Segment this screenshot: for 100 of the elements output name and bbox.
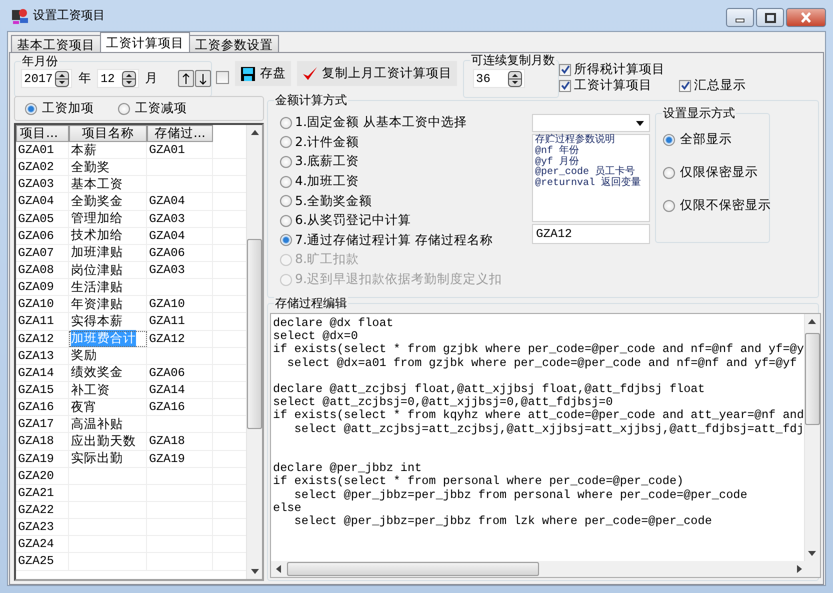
- radio-button[interactable]: [280, 116, 292, 129]
- table-cell[interactable]: 本薪: [69, 142, 147, 158]
- table-cell[interactable]: 岗位津贴: [69, 262, 147, 278]
- table-cell[interactable]: GZA13: [16, 348, 69, 364]
- table-cell[interactable]: GZA18: [16, 433, 69, 450]
- year-field[interactable]: 2017: [21, 69, 72, 88]
- table-cell[interactable]: 基本工资: [69, 176, 147, 192]
- table-cell[interactable]: GZA19: [147, 450, 213, 467]
- checkbox[interactable]: [559, 80, 571, 92]
- checkbox[interactable]: [679, 80, 691, 92]
- table-cell[interactable]: GZA06: [147, 244, 213, 261]
- table-cell[interactable]: GZA16: [147, 399, 213, 416]
- radio-button[interactable]: [663, 166, 675, 178]
- table-cell[interactable]: GZA17: [16, 416, 69, 432]
- table-cell[interactable]: GZA15: [16, 382, 69, 398]
- table-cell[interactable]: GZA20: [16, 468, 69, 484]
- table-cell[interactable]: GZA01: [16, 142, 69, 158]
- radio-button[interactable]: [280, 156, 292, 168]
- table-cell[interactable]: GZA16: [16, 399, 69, 416]
- table-cell[interactable]: 全勤奖: [69, 159, 147, 176]
- table-cell[interactable]: 绩效奖金: [69, 364, 147, 381]
- move-up-button[interactable]: [178, 70, 194, 87]
- procedure-name-field[interactable]: GZA12: [532, 224, 650, 244]
- table-cell[interactable]: GZA12: [147, 330, 213, 347]
- table-cell[interactable]: GZA14: [16, 364, 69, 381]
- table-cell[interactable]: GZA10: [147, 296, 213, 312]
- table-cell[interactable]: 全勤奖金: [69, 193, 147, 210]
- table-cell[interactable]: GZA03: [16, 176, 69, 192]
- save-button[interactable]: 存盘: [235, 61, 291, 86]
- table-cell[interactable]: 实际出勤: [69, 450, 147, 467]
- radio-button[interactable]: [280, 234, 292, 246]
- radio-button[interactable]: [118, 102, 130, 114]
- table-cell[interactable]: 补工资: [69, 382, 147, 398]
- table-cell[interactable]: GZA02: [16, 159, 69, 176]
- table-cell[interactable]: 生活津贴: [69, 279, 147, 296]
- table-cell[interactable]: GZA11: [16, 313, 69, 330]
- radio-button[interactable]: [663, 200, 675, 212]
- radio-button[interactable]: [280, 176, 292, 188]
- scroll-thumb[interactable]: [804, 333, 820, 425]
- radio-button[interactable]: [663, 134, 675, 146]
- table-cell[interactable]: 应出勤天数: [69, 433, 147, 450]
- table-cell[interactable]: GZA12: [16, 330, 69, 347]
- month-field[interactable]: 12: [97, 69, 139, 88]
- column-header[interactable]: 存储过...: [147, 125, 213, 142]
- scroll-thumb[interactable]: [247, 239, 262, 429]
- column-header[interactable]: 项目...: [16, 125, 69, 142]
- table-cell[interactable]: GZA08: [16, 262, 69, 278]
- spin-button[interactable]: [508, 70, 522, 86]
- table-cell[interactable]: GZA05: [16, 210, 69, 227]
- spin-button[interactable]: [122, 70, 136, 86]
- table-cell[interactable]: GZA07: [16, 244, 69, 261]
- procedure-dropdown[interactable]: [532, 114, 650, 132]
- table-cell[interactable]: GZA09: [16, 279, 69, 296]
- table-cell[interactable]: GZA03: [147, 262, 213, 278]
- table-cell[interactable]: 夜宵: [69, 399, 147, 416]
- table-cell[interactable]: GZA21: [16, 484, 69, 501]
- table-cell[interactable]: GZA22: [16, 502, 69, 518]
- close-button[interactable]: [786, 8, 826, 27]
- table-cell[interactable]: GZA06: [16, 228, 69, 244]
- table-cell[interactable]: GZA11: [147, 313, 213, 330]
- table-cell[interactable]: 管理加给: [69, 210, 147, 227]
- radio-button[interactable]: [280, 195, 292, 208]
- table-cell[interactable]: GZA04: [147, 228, 213, 244]
- months-field[interactable]: 36: [473, 69, 525, 88]
- maximize-button[interactable]: [756, 8, 784, 27]
- table-cell[interactable]: GZA23: [16, 519, 69, 536]
- table-cell[interactable]: GZA04: [16, 193, 69, 210]
- tab[interactable]: 基本工资项目: [11, 35, 101, 52]
- tab[interactable]: 工资参数设置: [189, 35, 279, 52]
- table-cell[interactable]: GZA04: [147, 193, 213, 210]
- table-cell[interactable]: GZA06: [147, 364, 213, 381]
- table-cell[interactable]: 奖励: [69, 348, 147, 364]
- radio-label: 7.通过存储过程计算 存储过程名称: [295, 232, 493, 249]
- minimize-button[interactable]: [726, 8, 754, 27]
- column-header[interactable]: 项目名称: [69, 125, 147, 142]
- tab[interactable]: 工资计算项目: [100, 32, 190, 52]
- table-cell[interactable]: 高温补贴: [69, 416, 147, 432]
- checkbox[interactable]: [559, 64, 571, 76]
- table-cell[interactable]: GZA19: [16, 450, 69, 467]
- radio-button[interactable]: [280, 214, 292, 227]
- vertical-scrollbar[interactable]: [804, 314, 820, 561]
- table-cell[interactable]: GZA01: [147, 142, 213, 158]
- scroll-thumb[interactable]: [287, 562, 539, 576]
- table-cell[interactable]: GZA03: [147, 210, 213, 227]
- table-cell[interactable]: GZA10: [16, 296, 69, 312]
- table-cell[interactable]: 加班津贴: [69, 244, 147, 261]
- table-cell[interactable]: GZA18: [147, 433, 213, 450]
- copy-button[interactable]: 复制上月工资计算项目: [297, 61, 457, 86]
- table-cell[interactable]: GZA25: [16, 553, 69, 570]
- radio-button[interactable]: [280, 136, 292, 148]
- checkbox[interactable]: [216, 71, 229, 84]
- table-cell[interactable]: 技术加给: [69, 228, 147, 244]
- table-cell[interactable]: GZA24: [16, 536, 69, 552]
- move-down-button[interactable]: [195, 70, 211, 87]
- horizontal-scrollbar[interactable]: [271, 561, 820, 577]
- radio-button[interactable]: [25, 102, 37, 114]
- vertical-scrollbar[interactable]: [246, 125, 262, 579]
- spin-button[interactable]: [55, 70, 70, 86]
- table-cell[interactable]: GZA14: [147, 382, 213, 398]
- table-cell[interactable]: 年资津贴: [69, 296, 147, 312]
